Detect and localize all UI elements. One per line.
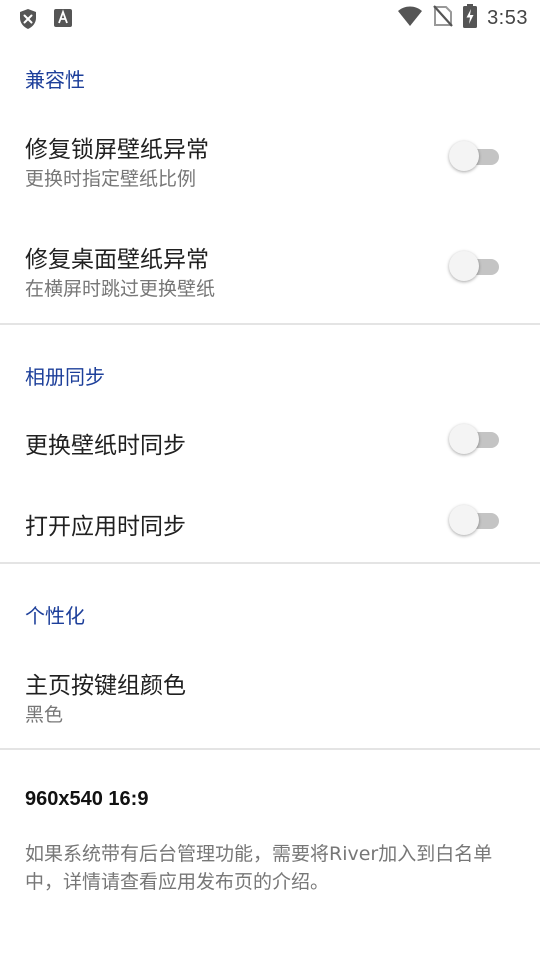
battery-charging-icon — [463, 4, 478, 32]
section-divider — [0, 323, 540, 325]
section-divider — [0, 562, 540, 564]
setting-title: 修复桌面壁纸异常 — [25, 247, 209, 273]
switch-thumb — [449, 251, 479, 281]
switch-fix-lockscreen[interactable] — [449, 140, 503, 174]
setting-title: 打开应用时同步 — [25, 514, 186, 540]
whitelist-note: 如果系统带有后台管理功能，需要将River加入到白名单中，详情请查看应用发布页的… — [25, 843, 493, 893]
switch-thumb — [449, 424, 479, 454]
switch-sync-on-open[interactable] — [449, 504, 503, 538]
setting-subtitle: 在横屏时跳过更换壁纸 — [25, 278, 216, 300]
switch-thumb — [449, 505, 479, 535]
switch-fix-desktop[interactable] — [449, 250, 503, 284]
setting-title: 修复锁屏壁纸异常 — [25, 137, 209, 163]
status-bar: 3:53 — [0, 0, 540, 36]
switch-sync-on-change[interactable] — [449, 423, 503, 457]
section-title-compat: 兼容性 — [25, 68, 85, 92]
resolution-info: 960x540 16:9 — [25, 788, 149, 810]
section-divider — [0, 748, 540, 750]
status-time: 3:53 — [487, 6, 528, 29]
section-title-album: 相册同步 — [25, 365, 105, 389]
setting-subtitle: 更换时指定壁纸比例 — [25, 168, 197, 190]
section-title-personal: 个性化 — [25, 604, 85, 628]
setting-subtitle: 黑色 — [25, 704, 64, 726]
wifi-icon — [397, 5, 423, 31]
setting-title: 主页按键组颜色 — [25, 673, 186, 699]
switch-thumb — [449, 141, 479, 171]
no-sim-icon — [433, 4, 453, 32]
setting-title: 更换壁纸时同步 — [25, 433, 186, 459]
font-a-icon — [54, 8, 72, 34]
shield-x-icon — [18, 8, 38, 34]
